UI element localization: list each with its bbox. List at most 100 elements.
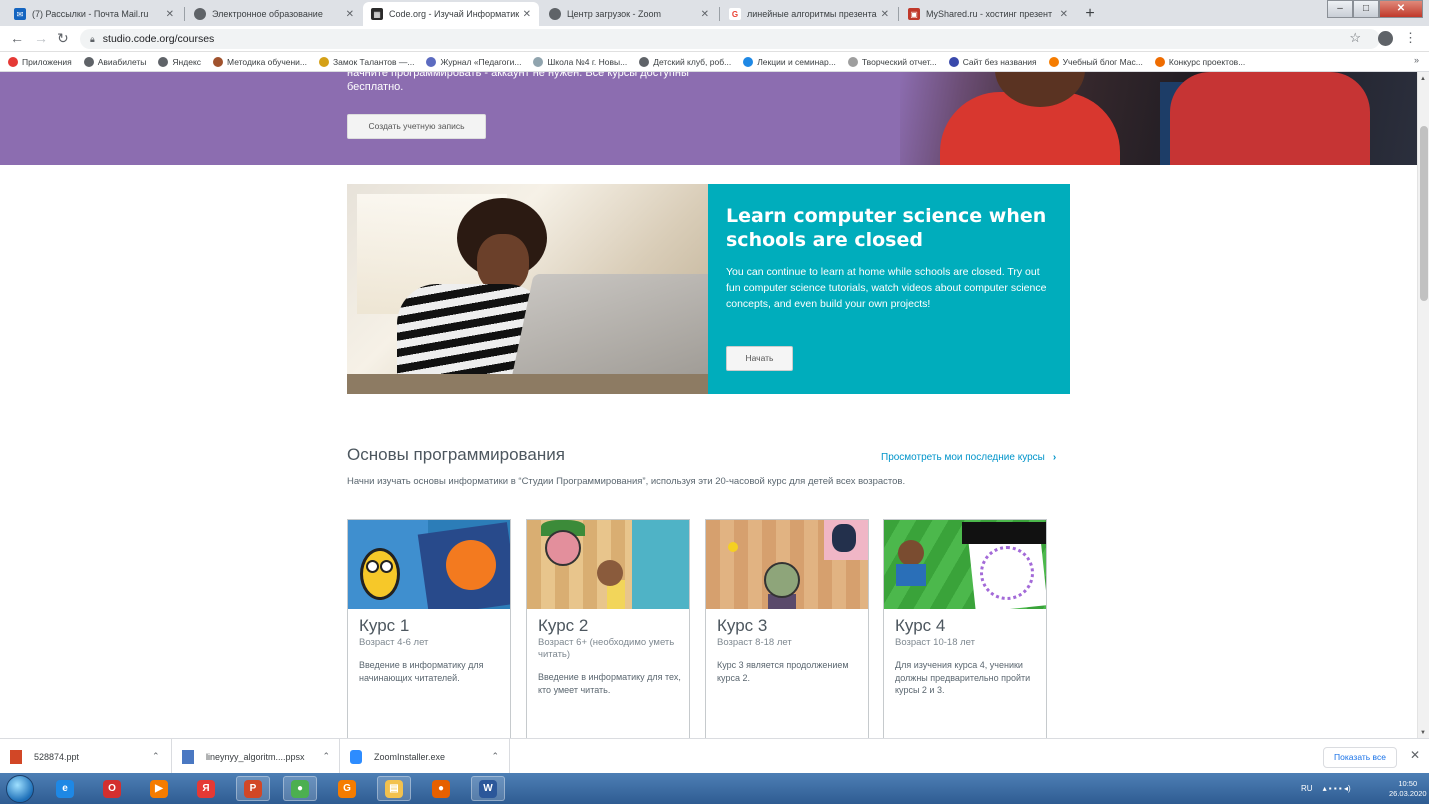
ie-icon: e [56, 779, 74, 798]
taskbar-app[interactable]: G [330, 776, 364, 801]
bookmark-item[interactable]: Яндекс [158, 56, 202, 67]
bookmark-item[interactable]: Авиабилеты [83, 56, 146, 67]
new-tab-button[interactable]: + [1080, 4, 1100, 24]
bookmark-item[interactable]: Учебный блог Мас... [1048, 56, 1143, 67]
course-card-4[interactable]: Курс 4 Возраст 10-18 лет Для изучения ку… [883, 519, 1047, 738]
chevron-right-icon: › [1052, 452, 1057, 463]
bookmark-item[interactable]: Замок Талантов —... [319, 56, 414, 67]
tab-close-icon[interactable]: ✕ [701, 9, 709, 20]
bookmark-icon [533, 56, 544, 67]
download-name: lineynyy_algoritm....ppsx [206, 751, 305, 762]
bookmark-item[interactable]: Приложения [8, 56, 72, 67]
course-description: Курс 3 является продолжением курса 2. [717, 660, 849, 683]
tab-google[interactable]: G линейные алгоритмы презента ✕ [721, 2, 897, 26]
tab-close-icon[interactable]: ✕ [346, 9, 354, 20]
taskbar-app[interactable]: Я [189, 776, 223, 801]
tab-edu[interactable]: Электронное образование ✕ [186, 2, 362, 26]
bookmark-label: Школа №4 г. Новы... [547, 56, 628, 67]
minimize-icon[interactable]: – [1327, 0, 1353, 18]
banner-title: Learn computer science when schools are … [726, 205, 1047, 251]
tab-myshared[interactable]: ▣ MyShared.ru - хостинг презент ✕ [900, 2, 1076, 26]
taskbar-app[interactable]: ▶ [142, 776, 176, 801]
tab-title: (7) Рассылки - Почта Mail.ru [32, 9, 149, 19]
course-age: Возраст 10-18 лет [895, 637, 975, 648]
scroll-up-icon[interactable]: ▲ [1420, 76, 1426, 82]
maximize-icon[interactable]: □ [1353, 0, 1379, 18]
download-item[interactable]: ZoomInstaller.exe ⌃ [340, 739, 510, 774]
clock-date: 26.03.2020 [1389, 789, 1427, 798]
tab-codeorg[interactable]: ▦ Code.org - Изучай Информатик ✕ [363, 2, 539, 26]
tab-title: линейные алгоритмы презента [747, 9, 877, 19]
tab-close-icon[interactable]: ✕ [881, 9, 889, 20]
bookmarks-overflow-icon[interactable]: » [1414, 55, 1419, 65]
course-card-1[interactable]: Курс 1 Возраст 4-6 лет Введение в информ… [347, 519, 511, 738]
bookmark-item[interactable]: Лекции и семинар... [743, 56, 836, 67]
bookmark-item[interactable]: Детский клуб, роб... [639, 56, 731, 67]
page-scrollbar[interactable]: ▲ ▼ [1417, 72, 1429, 738]
course-card-2[interactable]: Курс 2 Возраст 6+ (необходимо уметь чита… [526, 519, 690, 738]
course-card-3[interactable]: Курс 3 Возраст 8-18 лет Курс 3 является … [705, 519, 869, 738]
reload-icon[interactable]: ↻ [57, 30, 69, 47]
back-icon[interactable]: ← [10, 30, 24, 46]
bookmark-icon [948, 56, 959, 67]
bookmark-item[interactable]: Методика обучени... [213, 56, 307, 67]
start-button[interactable] [6, 775, 34, 803]
course-title: Курс 1 [359, 616, 410, 635]
close-window-icon[interactable]: ✕ [1379, 0, 1423, 18]
bookmark-label: Сайт без названия [962, 56, 1037, 67]
bookmark-item[interactable]: Журнал «Педагоги... [426, 56, 521, 67]
address-bar[interactable]: 🔒︎ studio.code.org/courses [80, 29, 1380, 49]
scrollbar-thumb[interactable] [1420, 126, 1428, 301]
hero-photo [900, 72, 1417, 165]
bookmark-label: Яндекс [172, 56, 202, 67]
profile-avatar[interactable] [1378, 31, 1393, 46]
language-indicator[interactable]: RU [1301, 784, 1313, 793]
close-shelf-icon[interactable]: ✕ [1410, 748, 1420, 762]
tab-title: Электронное образование [212, 9, 323, 19]
recent-courses-label: Просмотреть мои последние курсы [881, 452, 1045, 463]
show-all-downloads-button[interactable]: Показать все [1323, 747, 1397, 768]
taskbar-app[interactable]: W [471, 776, 505, 801]
taskbar-app[interactable]: ▤ [377, 776, 411, 801]
chevron-up-icon[interactable]: ⌃ [491, 751, 499, 762]
scroll-down-icon[interactable]: ▼ [1420, 730, 1426, 736]
download-item[interactable]: 528874.ppt ⌃ [0, 739, 172, 774]
firefox-icon: ● [432, 779, 450, 798]
taskbar-app[interactable]: ● [424, 776, 458, 801]
chevron-up-icon[interactable]: ⌃ [323, 751, 331, 762]
bookmark-item[interactable]: Творческий отчет... [847, 56, 937, 67]
course-age: Возраст 6+ (необходимо уметь читать) [538, 637, 675, 660]
recent-courses-link[interactable]: Просмотреть мои последние курсы › [881, 452, 1056, 463]
create-account-button[interactable]: Создать учетную запись [347, 114, 486, 139]
taskbar-app[interactable]: ● [283, 776, 317, 801]
tab-close-icon[interactable]: ✕ [166, 9, 174, 20]
start-button[interactable]: Начать [726, 346, 793, 371]
course-age: Возраст 4-6 лет [359, 637, 429, 648]
clock[interactable]: 10:50 26.03.2020 [1389, 779, 1427, 799]
bookmark-item[interactable]: Школа №4 г. Новы... [533, 56, 628, 67]
download-item[interactable]: lineynyy_algoritm....ppsx ⌃ [172, 739, 340, 774]
menu-icon[interactable]: ⋮ [1404, 30, 1417, 46]
tray-icons[interactable]: ▴ ▪ ▪ ▪ ◂) [1323, 784, 1351, 793]
url-text: studio.code.org/courses [102, 33, 215, 45]
bookmark-item[interactable]: Сайт без названия [948, 56, 1037, 67]
bookmark-star-icon[interactable]: ☆ [1349, 30, 1361, 46]
bookmark-icon [158, 56, 169, 67]
course-3-image [706, 520, 868, 609]
taskbar-app[interactable]: e [48, 776, 82, 801]
bookmark-item[interactable]: Конкурс проектов... [1154, 56, 1246, 67]
tab-zoom[interactable]: Центр загрузок - Zoom ✕ [541, 2, 717, 26]
yandex-icon: Я [197, 779, 215, 798]
tab-close-icon[interactable]: ✕ [1060, 9, 1068, 20]
chevron-up-icon[interactable]: ⌃ [152, 751, 160, 762]
taskbar-app[interactable]: O [95, 776, 129, 801]
tab-mail[interactable]: ✉ (7) Рассылки - Почта Mail.ru ✕ [6, 2, 182, 26]
browser-toolbar: ← → ↻ 🔒︎ studio.code.org/courses ☆ ⋮ [0, 26, 1429, 52]
download-name: ZoomInstaller.exe [374, 751, 446, 762]
tab-title: Центр загрузок - Zoom [567, 9, 662, 19]
bookmark-label: Конкурс проектов... [1168, 56, 1246, 67]
bookmark-icon [1154, 56, 1165, 67]
tab-close-icon[interactable]: ✕ [523, 9, 531, 20]
forward-icon[interactable]: → [34, 30, 48, 46]
taskbar-app[interactable]: P [236, 776, 270, 801]
